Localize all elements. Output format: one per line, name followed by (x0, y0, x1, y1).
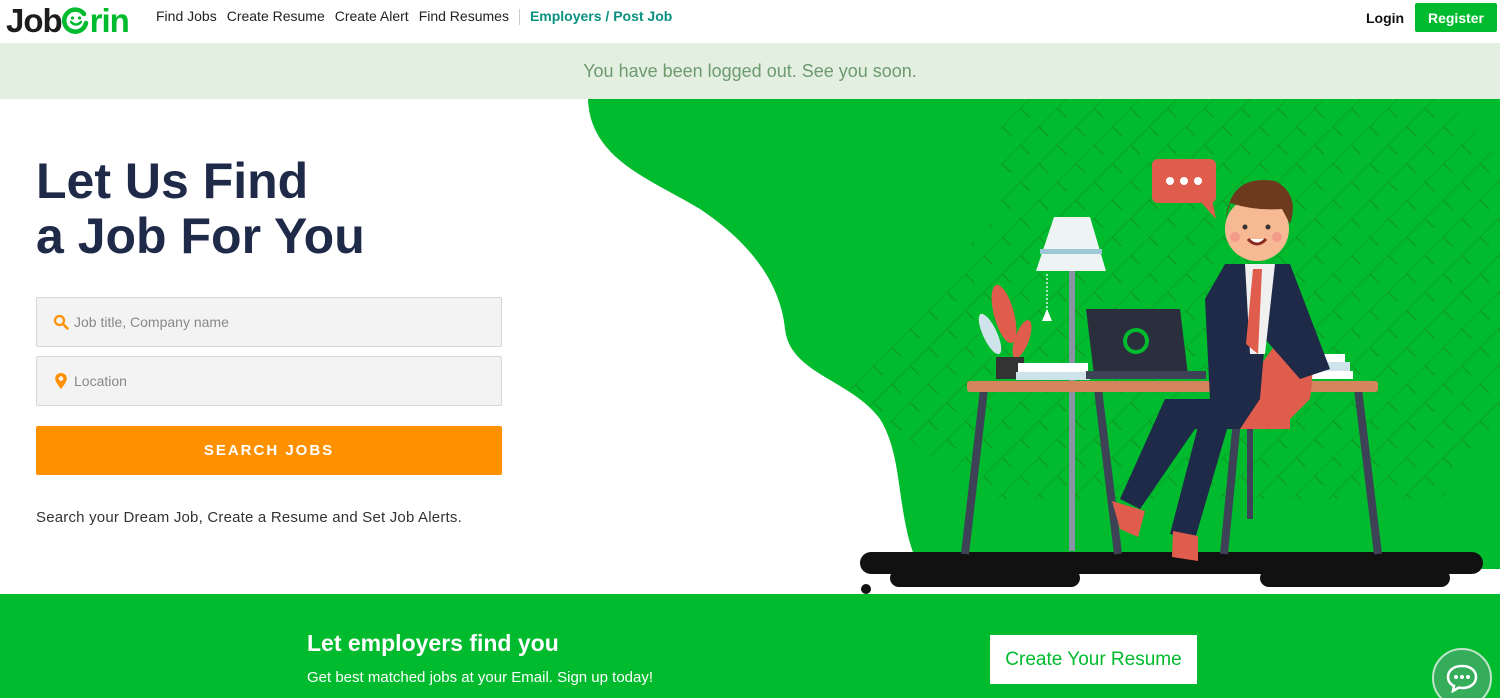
nav-find-resumes[interactable]: Find Resumes (419, 8, 509, 25)
logo-text-left: Job (6, 2, 63, 39)
headline-line-2: a Job For You (36, 208, 365, 264)
location-search-field[interactable] (36, 356, 502, 406)
alert-message: You have been logged out. See you soon. (583, 60, 917, 81)
top-navbar: Job rin Find Jobs Create Resume Create A… (0, 0, 1500, 43)
search-jobs-button[interactable]: SEARCH JOBS (36, 426, 502, 475)
jobgrin-logo[interactable]: Job rin (6, 2, 130, 40)
keyword-search-field[interactable] (36, 297, 502, 347)
register-button[interactable]: Register (1415, 3, 1497, 32)
login-link[interactable]: Login (1366, 10, 1404, 26)
nav-create-resume[interactable]: Create Resume (227, 8, 325, 25)
nav-links: Find Jobs Create Resume Create Alert Fin… (156, 8, 682, 25)
keyword-input[interactable] (74, 314, 474, 330)
hero-section: Let Us Find a Job For You SEARCH JOBS Se… (0, 99, 1500, 594)
headline-line-1: Let Us Find (36, 153, 309, 209)
create-resume-button[interactable]: Create Your Resume (990, 635, 1197, 684)
location-input[interactable] (74, 373, 474, 389)
logo-text-right: rin (89, 2, 130, 39)
hero-tagline: Search your Dream Job, Create a Resume a… (36, 509, 462, 526)
chat-icon (1446, 664, 1478, 693)
location-pin-icon (51, 372, 71, 390)
nav-find-jobs[interactable]: Find Jobs (156, 8, 217, 25)
logo-smile-icon (61, 7, 88, 34)
hero-headline: Let Us Find a Job For You (36, 154, 365, 264)
nav-employers-post-job[interactable]: Employers / Post Job (530, 8, 672, 25)
cta-subtitle: Get best matched jobs at your Email. Sig… (307, 669, 654, 686)
cta-title: Let employers find you (307, 630, 559, 656)
search-icon (51, 314, 71, 330)
logout-alert: You have been logged out. See you soon. (0, 43, 1500, 99)
nav-create-alert[interactable]: Create Alert (335, 8, 409, 25)
employers-cta-section: Let employers find you Get best matched … (0, 594, 1500, 698)
nav-divider (518, 9, 520, 25)
